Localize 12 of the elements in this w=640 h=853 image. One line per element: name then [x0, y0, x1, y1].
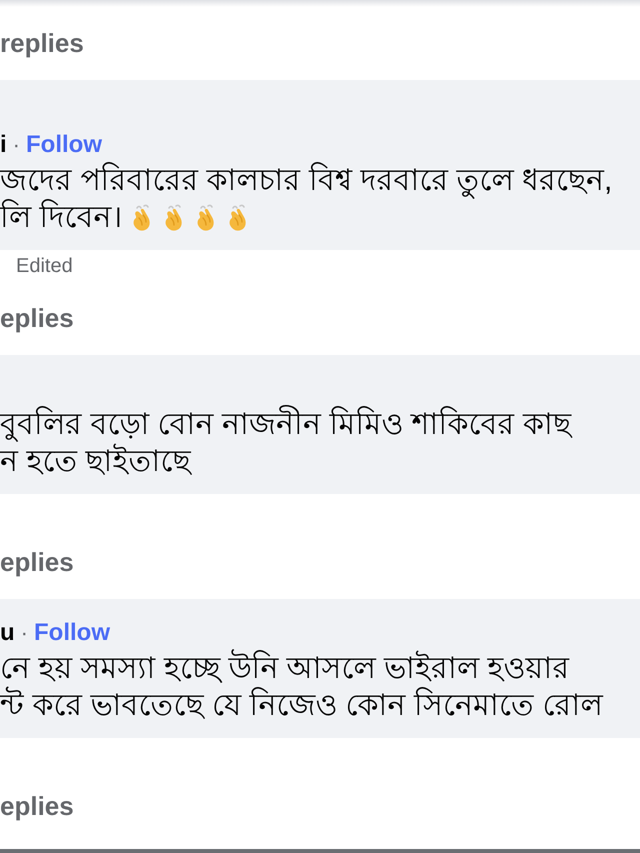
follow-link[interactable]: Follow	[26, 130, 102, 160]
view-replies-link[interactable]: eplies	[0, 300, 74, 337]
separator-dot: ·	[20, 619, 28, 647]
author-name[interactable]: u	[0, 618, 15, 648]
view-replies-link[interactable]: eplies	[0, 544, 74, 581]
separator-dot: ·	[12, 131, 20, 159]
author-name[interactable]: i	[0, 130, 7, 160]
comment-text: নে হয় সমস্যা হচ্ছে উনি আসলে ভাইরাল হওয়ার	[0, 650, 570, 687]
follow-link[interactable]: Follow	[34, 618, 110, 648]
view-replies-link[interactable]: replies	[0, 25, 84, 62]
view-replies-link[interactable]: eplies	[0, 788, 74, 825]
edited-label: Edited	[16, 254, 73, 278]
